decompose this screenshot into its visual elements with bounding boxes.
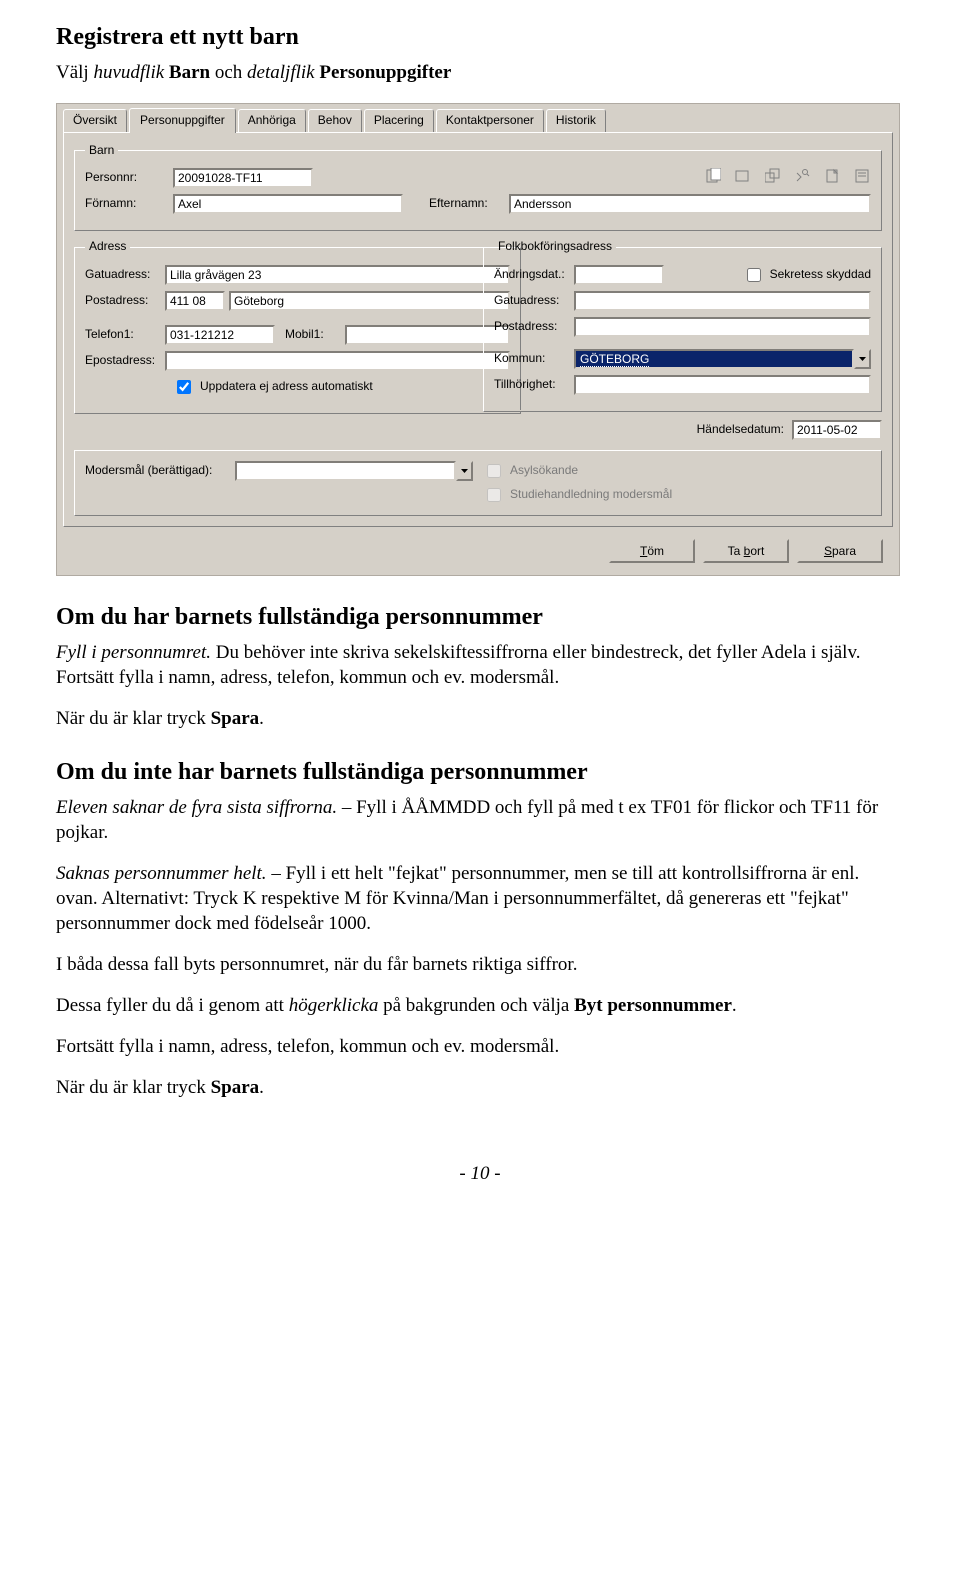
fieldset-folkbokforing: Folkbokföringsadress Ändringsdat.: Sekre… — [483, 239, 882, 412]
label-andringsdat: Ändringsdat.: — [494, 267, 574, 283]
input-tillhorighet[interactable] — [574, 375, 871, 395]
tab-kontaktpersoner[interactable]: Kontaktpersoner — [436, 109, 544, 132]
section2-p3: I båda dessa fall byts personnumret, när… — [56, 952, 904, 977]
fieldset-barn: Barn — [74, 143, 882, 232]
note-icon[interactable] — [825, 168, 841, 184]
chevron-down-icon[interactable] — [456, 461, 473, 481]
input-telefon1[interactable] — [165, 325, 275, 345]
label-tillhorighet: Tillhörighet: — [494, 377, 574, 393]
toolbar-icons — [705, 168, 871, 184]
cb-asylsokande — [487, 464, 501, 478]
label-asylsokande: Asylsökande — [510, 463, 578, 479]
label-handelsedatum: Händelsedatum: — [697, 422, 784, 438]
legacy-form: Översikt Personuppgifter Anhöriga Behov … — [56, 103, 900, 576]
spark-icon[interactable] — [795, 168, 811, 184]
label-efternamn: Efternamn: — [429, 196, 509, 212]
input-f-postadress[interactable] — [574, 317, 871, 337]
label-f-gatuadress: Gatuadress: — [494, 293, 574, 309]
label-kommun: Kommun: — [494, 351, 574, 367]
fieldset-extra: Modersmål (berättigad): As — [74, 450, 882, 516]
input-efternamn[interactable] — [509, 194, 871, 214]
legend-folkbokforing: Folkbokföringsadress — [494, 239, 616, 255]
label-personnr: Personnr: — [85, 170, 173, 186]
tab-personuppgifter[interactable]: Personuppgifter — [129, 108, 236, 133]
cb-studiehandledning — [487, 488, 501, 502]
tab-behov[interactable]: Behov — [308, 109, 362, 132]
label-fornamn: Förnamn: — [85, 196, 173, 212]
input-epost[interactable] — [165, 351, 510, 371]
tab-placering[interactable]: Placering — [364, 109, 434, 132]
label-studiehandledning: Studiehandledning modersmål — [510, 487, 672, 503]
input-f-gatuadress[interactable] — [574, 291, 871, 311]
select-kommun[interactable]: GÖTEBORG — [574, 349, 871, 369]
spara-button[interactable]: Spara — [797, 539, 883, 563]
button-bar: Töm Ta bort Spara — [57, 533, 899, 565]
label-modersmal: Modersmål (berättigad): — [85, 463, 235, 479]
label-postadress: Postadress: — [85, 293, 165, 309]
label-gatuadress: Gatuadress: — [85, 267, 165, 283]
fieldset-adress: Adress Gatuadress: Postadress: — [74, 239, 521, 414]
section2-p5: Fortsätt fylla i namn, adress, telefon, … — [56, 1034, 904, 1059]
overlap-icon[interactable] — [765, 168, 781, 184]
label-uppdatera: Uppdatera ej adress automatiskt — [200, 379, 373, 395]
label-telefon1: Telefon1: — [85, 327, 165, 343]
label-sekretess: Sekretess skyddad — [770, 267, 871, 283]
section2-p1: Eleven saknar de fyra sista siffrorna. –… — [56, 795, 904, 845]
tab-oversikt[interactable]: Översikt — [63, 109, 127, 132]
page-number: - 10 - — [56, 1161, 904, 1186]
ta-bort-button[interactable]: Ta bort — [703, 539, 789, 563]
box-icon[interactable] — [735, 168, 751, 184]
cb-sekretess[interactable] — [747, 268, 761, 282]
cb-uppdatera[interactable] — [177, 380, 191, 394]
legend-barn: Barn — [85, 143, 118, 159]
input-gatuadress[interactable] — [165, 265, 510, 285]
label-mobil1: Mobil1: — [285, 327, 345, 343]
doc-intro: Välj huvudflik Barn och detaljflik Perso… — [56, 60, 904, 85]
sheet-icon[interactable] — [705, 168, 721, 184]
tom-button[interactable]: Töm — [609, 539, 695, 563]
section1-p2: När du är klar tryck Spara. — [56, 706, 904, 731]
input-personnr[interactable] — [173, 168, 313, 188]
form-icon[interactable] — [855, 168, 871, 184]
input-postort[interactable] — [229, 291, 510, 311]
section2-p2: Saknas personnummer helt. – Fyll i ett h… — [56, 861, 904, 936]
tab-historik[interactable]: Historik — [546, 109, 606, 132]
input-fornamn[interactable] — [173, 194, 403, 214]
section2-title: Om du inte har barnets fullständiga pers… — [56, 757, 904, 789]
chevron-down-icon[interactable] — [854, 349, 871, 369]
section2-p6: När du är klar tryck Spara. — [56, 1075, 904, 1100]
input-modersmal[interactable] — [235, 461, 456, 481]
tab-anhoriga[interactable]: Anhöriga — [238, 109, 306, 132]
section2-p4: Dessa fyller du då i genom att högerklic… — [56, 993, 904, 1018]
tabstrip: Översikt Personuppgifter Anhöriga Behov … — [57, 104, 899, 132]
section1-title: Om du har barnets fullständiga personnum… — [56, 602, 904, 634]
label-f-postadress: Postadress: — [494, 319, 574, 335]
input-handelsedatum[interactable] — [792, 420, 882, 440]
input-andringsdat[interactable] — [574, 265, 664, 285]
input-postnr[interactable] — [165, 291, 225, 311]
doc-title: Registrera ett nytt barn — [56, 22, 904, 54]
legend-adress: Adress — [85, 239, 130, 255]
label-epost: Epostadress: — [85, 353, 165, 369]
section1-p1: Fyll i personnumret. Du behöver inte skr… — [56, 640, 904, 690]
